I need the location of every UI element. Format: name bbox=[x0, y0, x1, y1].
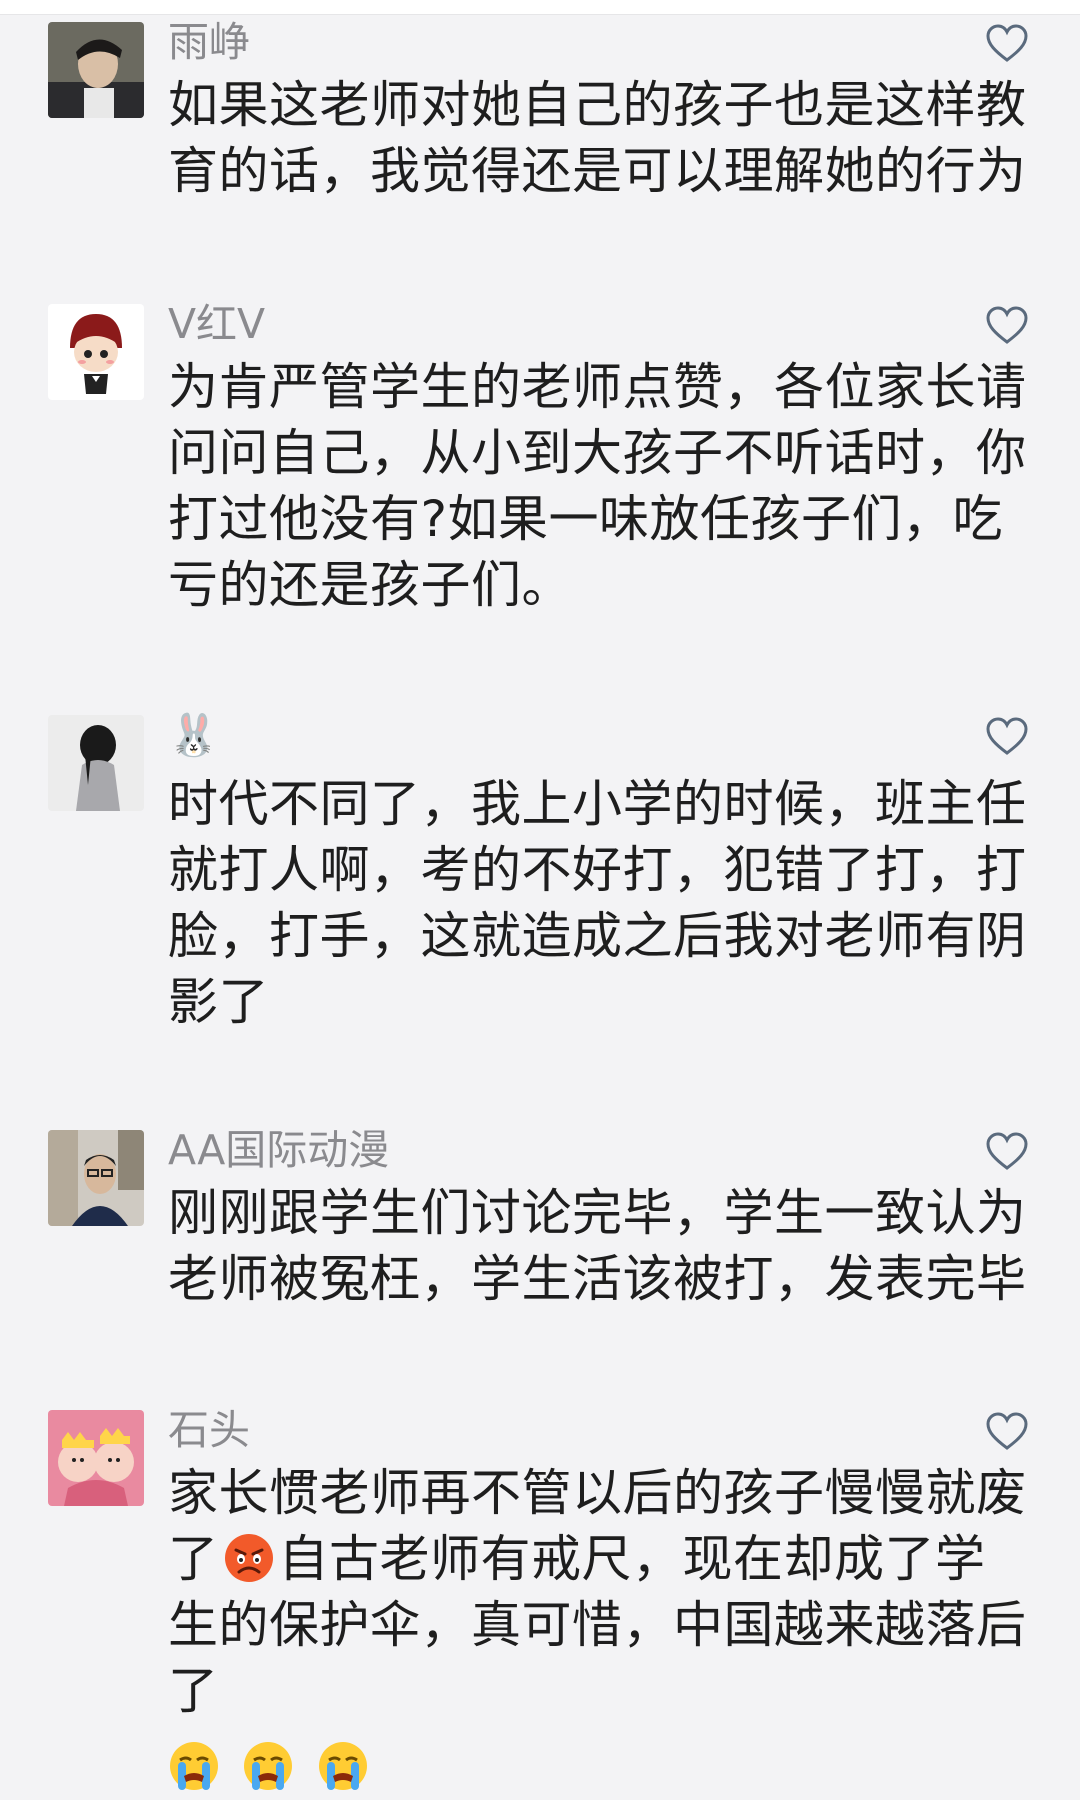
comment-text: 刚刚跟学生们讨论完毕，学生一致认为老师被冤枉，学生活该被打，发表完毕 bbox=[168, 1184, 1027, 1308]
top-divider bbox=[0, 0, 1080, 15]
avatar[interactable] bbox=[48, 304, 144, 400]
comment-text: 为肯严管学生的老师点赞，各位家长请问问自己，从小到大孩子不听话时，你打过他没有?… bbox=[168, 358, 1027, 614]
heart-icon[interactable] bbox=[985, 1132, 1029, 1172]
avatar[interactable] bbox=[48, 1130, 144, 1226]
heart-icon[interactable] bbox=[985, 24, 1029, 64]
username[interactable]: AA国际动漫 bbox=[168, 1124, 389, 1176]
comment-text: 如果这老师对她自己的孩子也是这样教育的话，我觉得还是可以理解她的行为 bbox=[168, 76, 1027, 200]
username[interactable]: 雨峥 bbox=[168, 16, 250, 68]
emoji-row bbox=[168, 1734, 1028, 1794]
crying-face-icon bbox=[244, 1742, 293, 1790]
crying-face-icon bbox=[170, 1742, 218, 1790]
crying-face-icon bbox=[318, 1742, 367, 1790]
username[interactable]: 石头 bbox=[168, 1404, 250, 1456]
avatar[interactable] bbox=[48, 1410, 144, 1506]
comment-text-part: 自古老师有戒尺，现在却成了学生的保护伞，真可惜，中国越来越落后了 bbox=[168, 1530, 1027, 1720]
avatar[interactable] bbox=[48, 715, 144, 811]
avatar[interactable] bbox=[48, 22, 144, 118]
angry-face-icon bbox=[224, 1534, 273, 1582]
comment-text: 时代不同了，我上小学的时候，班主任就打人啊，考的不好打，犯错了打，打脸，打手，这… bbox=[168, 775, 1027, 1031]
heart-icon[interactable] bbox=[985, 1412, 1029, 1452]
username[interactable]: V红V bbox=[168, 298, 265, 350]
comment-text: 家长惯老师再不管以后的孩子慢慢就废了 自古老师有戒尺，现在却成了学生的保护伞，真… bbox=[168, 1460, 1028, 1794]
username[interactable]: 🐰 bbox=[168, 709, 219, 761]
heart-icon[interactable] bbox=[985, 717, 1029, 757]
heart-icon[interactable] bbox=[985, 306, 1029, 346]
